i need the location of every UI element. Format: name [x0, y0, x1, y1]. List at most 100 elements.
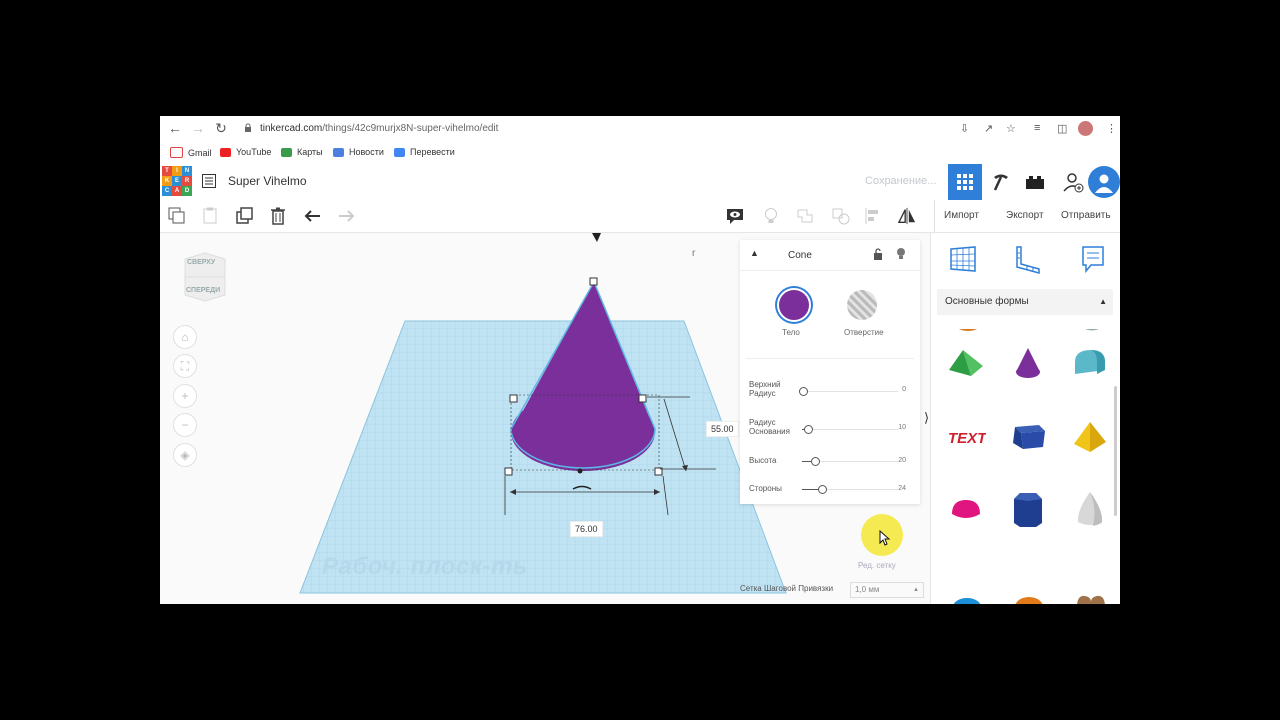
lock-icon[interactable]: [873, 248, 883, 260]
ruler-tool-icon[interactable]: [1011, 243, 1043, 275]
paste-button[interactable]: [201, 207, 219, 225]
bookmark-maps[interactable]: Карты: [281, 147, 323, 157]
cone-icon: [1016, 348, 1040, 378]
eye-bubble-icon: [727, 209, 743, 224]
slider-thumb[interactable]: [811, 457, 820, 466]
panel-toggle-icon[interactable]: ⟩: [924, 410, 929, 426]
slider-thumb[interactable]: [804, 425, 813, 434]
bookmark-translate[interactable]: Перевести: [394, 147, 455, 157]
torus-shape-icon[interactable]: [1013, 595, 1045, 604]
bookmark-youtube[interactable]: YouTube: [220, 147, 271, 157]
bookmarks-bar: Gmail YouTube Карты Новости Перевести: [160, 142, 1120, 165]
notes-button[interactable]: [726, 207, 744, 225]
group-button[interactable]: [796, 207, 814, 225]
bulb-icon[interactable]: [896, 247, 906, 260]
height-value[interactable]: 20: [898, 457, 906, 464]
shape-category-select[interactable]: Основные формы ▲: [937, 289, 1113, 315]
copy-icon: [168, 207, 185, 224]
add-user-button[interactable]: [1056, 164, 1090, 200]
bricks-view-button[interactable]: [1018, 164, 1052, 200]
sides-value[interactable]: 24: [898, 485, 906, 492]
design-title[interactable]: Super Vihelmo: [228, 174, 307, 188]
shape-text[interactable]: TEXT: [937, 403, 995, 471]
shape-roof[interactable]: [937, 329, 995, 397]
shape-box[interactable]: [999, 403, 1057, 471]
delete-button[interactable]: [269, 207, 287, 225]
back-icon[interactable]: ←: [166, 120, 184, 136]
3d-view-button[interactable]: [948, 164, 982, 200]
profile-avatar[interactable]: [1078, 121, 1093, 136]
undo-button[interactable]: [304, 207, 322, 225]
top-radius-slider[interactable]: [799, 387, 898, 396]
share-icon[interactable]: ↗: [984, 122, 993, 135]
shape-name[interactable]: Cone: [788, 250, 812, 261]
copy-button[interactable]: [168, 207, 186, 225]
shape-cone[interactable]: [999, 329, 1057, 397]
tinkercad-logo[interactable]: T I N K E R C A D: [162, 166, 192, 196]
slider-thumb[interactable]: [818, 485, 827, 494]
height-slider[interactable]: [802, 457, 898, 466]
export-button[interactable]: Экспорт: [1006, 210, 1044, 221]
base-radius-value[interactable]: 10: [898, 424, 906, 431]
user-avatar[interactable]: [1088, 166, 1120, 198]
duplicate-button[interactable]: [236, 207, 254, 225]
corner-handle[interactable]: [638, 394, 647, 403]
lock-icon[interactable]: [244, 123, 252, 132]
pyramid-icon: [1074, 422, 1106, 452]
width-dimension[interactable]: 76.00: [570, 521, 603, 537]
bookmark-label: Новости: [349, 147, 384, 157]
reload-icon[interactable]: ↻: [212, 120, 230, 137]
inspector-divider: [746, 358, 914, 359]
height-dimension[interactable]: 55.00: [706, 421, 739, 437]
round-roof-icon: [1075, 350, 1105, 374]
forward-icon[interactable]: →: [189, 120, 207, 136]
solid-color-swatch[interactable]: [777, 288, 811, 322]
redo-button[interactable]: [337, 207, 355, 225]
corner-handle[interactable]: [509, 394, 518, 403]
sides-slider[interactable]: [802, 485, 898, 494]
app-header: T I N K E R C A D Super Vihelmo Сохранен…: [160, 164, 1120, 201]
corner-handle[interactable]: [504, 467, 513, 476]
ungroup-button[interactable]: [832, 207, 850, 225]
shape-polygon[interactable]: [999, 475, 1057, 543]
minecraft-view-button[interactable]: [984, 164, 1018, 200]
top-handle[interactable]: [589, 277, 598, 286]
hole-swatch[interactable]: [847, 290, 877, 320]
news-icon: [333, 147, 344, 157]
import-button[interactable]: Импорт: [944, 210, 979, 221]
star-icon[interactable]: ☆: [1006, 122, 1016, 135]
design-list-icon[interactable]: [202, 174, 216, 188]
shape-half-sphere[interactable]: [937, 475, 995, 543]
snap-grid-label: Сетка Шаговой Привязки: [740, 584, 834, 593]
workplane-tool-icon[interactable]: [947, 243, 979, 275]
top-radius-value[interactable]: 0: [902, 386, 906, 393]
base-radius-slider[interactable]: [802, 425, 898, 434]
bookmark-gmail[interactable]: Gmail: [170, 147, 212, 158]
bookmark-news[interactable]: Новости: [333, 147, 384, 157]
prop-label-height: Высота: [749, 456, 777, 465]
shape-paraboloid[interactable]: [1061, 475, 1113, 543]
shape-pyramid[interactable]: [1061, 403, 1113, 471]
lift-handle[interactable]: [592, 233, 601, 242]
translate-icon: [394, 147, 405, 157]
shape-round-roof[interactable]: [1061, 329, 1113, 397]
side-panel-icon[interactable]: ◫: [1057, 122, 1067, 135]
send-button[interactable]: Отправить: [1061, 210, 1111, 221]
mirror-button[interactable]: [898, 207, 916, 225]
shapes-scrollbar[interactable]: [1114, 386, 1117, 516]
reading-list-icon[interactable]: ≡: [1034, 122, 1040, 134]
box-icon: [1013, 425, 1045, 449]
install-icon[interactable]: ⇩: [960, 122, 969, 135]
collapse-arrow-icon[interactable]: ▲: [750, 248, 759, 258]
menu-dots-icon[interactable]: ⋮: [1106, 122, 1117, 135]
align-button[interactable]: [864, 207, 882, 225]
notes-tool-icon[interactable]: [1077, 243, 1109, 275]
sphere-icon[interactable]: [951, 597, 983, 604]
solid-label: Тело: [782, 328, 800, 337]
snap-grid-select[interactable]: 1,0 мм ▲: [850, 582, 924, 598]
address-field[interactable]: tinkercad.com/things/42c9murjx8N-super-v…: [260, 123, 498, 134]
light-button[interactable]: [762, 207, 780, 225]
edit-grid-button[interactable]: Ред. сетку: [858, 561, 896, 570]
heart-icon[interactable]: [1075, 593, 1107, 604]
slider-thumb[interactable]: [799, 387, 808, 396]
